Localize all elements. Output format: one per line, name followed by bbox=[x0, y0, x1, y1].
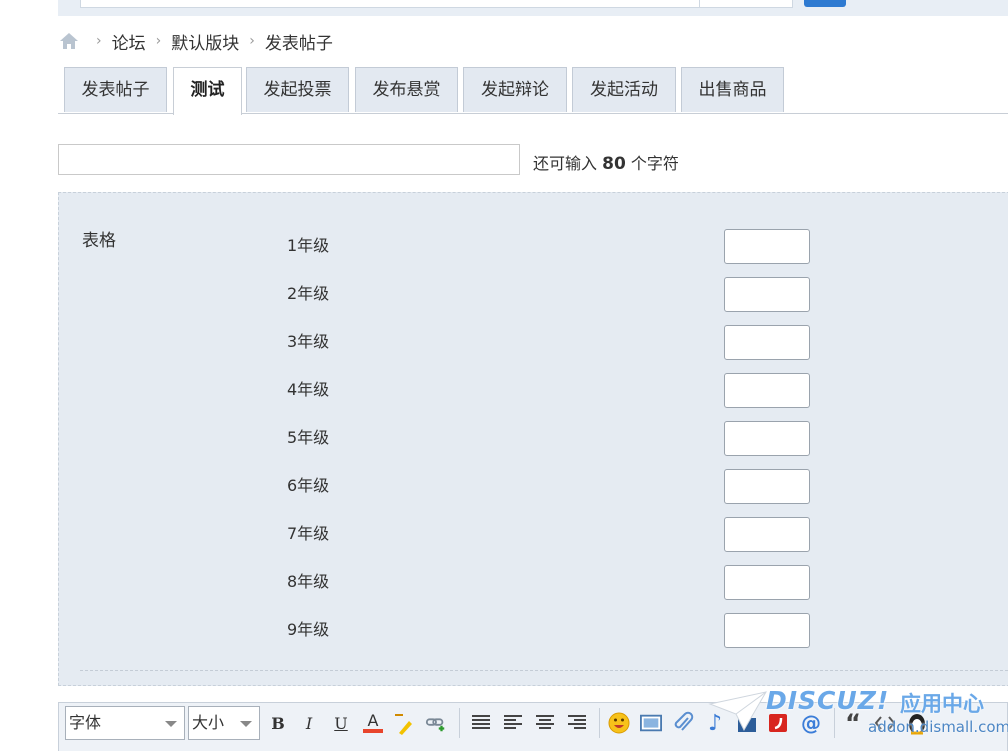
highlight-icon bbox=[395, 714, 412, 735]
attachment-button[interactable] bbox=[672, 710, 694, 736]
font-size-value: 大小 bbox=[192, 713, 225, 732]
breadcrumb: › 论坛 › 默认版块 › 发表帖子 bbox=[58, 28, 333, 54]
align-right-icon bbox=[568, 715, 586, 729]
align-center-icon bbox=[536, 715, 554, 729]
quote-button[interactable]: “ bbox=[842, 709, 864, 737]
subject-input[interactable] bbox=[58, 144, 520, 175]
grade-label: 2年级 bbox=[287, 284, 330, 303]
penguin-icon bbox=[909, 714, 925, 735]
align-left-button[interactable] bbox=[470, 710, 492, 736]
bold-button[interactable]: B bbox=[267, 710, 289, 736]
grade-label: 5年级 bbox=[287, 428, 330, 447]
font-family-value: 字体 bbox=[69, 713, 102, 732]
at-mention-icon[interactable]: @ bbox=[800, 710, 822, 736]
breadcrumb-separator: › bbox=[249, 33, 255, 49]
smiley-icon bbox=[608, 712, 630, 734]
home-icon[interactable] bbox=[58, 31, 80, 51]
font-color-icon: A bbox=[367, 711, 379, 730]
grade-input[interactable] bbox=[724, 421, 810, 456]
code-icon bbox=[874, 716, 896, 730]
breadcrumb-separator: › bbox=[96, 33, 102, 49]
flash-button[interactable] bbox=[767, 710, 789, 736]
align-left-icon bbox=[504, 715, 522, 729]
hint-count: 80 bbox=[602, 154, 626, 174]
grade-label: 1年级 bbox=[287, 236, 330, 255]
toolbar-separator bbox=[599, 708, 600, 738]
paperclip-icon bbox=[674, 711, 694, 731]
align-justify-icon bbox=[472, 715, 490, 729]
panel-divider bbox=[80, 670, 1008, 671]
grade-input[interactable] bbox=[724, 373, 810, 408]
font-color-button[interactable]: A bbox=[362, 710, 384, 736]
font-size-select[interactable]: 大小 bbox=[188, 706, 260, 740]
chevron-down-icon bbox=[240, 721, 252, 727]
subject-char-hint: 还可输入 80 个字符 bbox=[533, 150, 679, 174]
flash-icon bbox=[769, 714, 787, 732]
qq-button[interactable] bbox=[906, 710, 928, 736]
tab-poll[interactable]: 发起投票 bbox=[246, 67, 349, 112]
breadcrumb-board[interactable]: 默认版块 bbox=[171, 29, 239, 54]
hint-suffix: 个字符 bbox=[630, 154, 679, 173]
grade-input[interactable] bbox=[724, 325, 810, 360]
music-note-icon[interactable]: ♪ bbox=[704, 710, 726, 736]
smiley-button[interactable] bbox=[608, 710, 630, 736]
link-button[interactable] bbox=[425, 710, 447, 736]
tab-test[interactable]: 测试 bbox=[173, 67, 242, 115]
tab-reward[interactable]: 发布悬赏 bbox=[355, 67, 458, 112]
grade-label: 6年级 bbox=[287, 476, 330, 495]
grade-input[interactable] bbox=[724, 565, 810, 600]
tab-trade[interactable]: 出售商品 bbox=[681, 67, 784, 112]
grade-label: 3年级 bbox=[287, 332, 330, 351]
table-label: 表格 bbox=[82, 231, 116, 251]
grade-input[interactable] bbox=[724, 517, 810, 552]
tab-activity[interactable]: 发起活动 bbox=[572, 67, 676, 112]
align-justify-button[interactable] bbox=[502, 710, 524, 736]
breadcrumb-separator: › bbox=[155, 33, 162, 49]
code-button[interactable] bbox=[874, 710, 896, 736]
top-search-button[interactable] bbox=[804, 0, 846, 7]
image-icon bbox=[640, 714, 662, 732]
toolbar-separator bbox=[459, 708, 460, 738]
link-icon bbox=[425, 718, 445, 732]
chevron-down-icon bbox=[165, 721, 177, 727]
tab-debate[interactable]: 发起辩论 bbox=[463, 67, 567, 112]
tab-post[interactable]: 发表帖子 bbox=[64, 67, 167, 112]
video-icon bbox=[738, 712, 756, 732]
highlight-button[interactable] bbox=[393, 710, 415, 736]
align-center-button[interactable] bbox=[534, 710, 556, 736]
hint-prefix: 还可输入 bbox=[533, 154, 598, 173]
top-search-input[interactable] bbox=[80, 0, 700, 8]
post-type-tabs: 发表帖子 测试 发起投票 发布悬赏 发起辩论 发起活动 出售商品 bbox=[58, 66, 1008, 115]
grade-label: 9年级 bbox=[287, 620, 330, 639]
top-search-type-select[interactable] bbox=[699, 0, 793, 8]
video-button[interactable] bbox=[736, 710, 758, 736]
image-button[interactable] bbox=[640, 710, 662, 736]
grade-input[interactable] bbox=[724, 229, 810, 264]
grade-input[interactable] bbox=[724, 277, 810, 312]
italic-button[interactable]: I bbox=[298, 710, 320, 736]
table-panel bbox=[58, 192, 1008, 686]
breadcrumb-current: 发表帖子 bbox=[264, 33, 333, 54]
underline-button[interactable]: U bbox=[330, 710, 352, 736]
grade-input[interactable] bbox=[724, 469, 810, 504]
toolbar-separator bbox=[834, 708, 835, 738]
breadcrumb-forum[interactable]: 论坛 bbox=[112, 29, 146, 54]
font-color-swatch bbox=[363, 729, 383, 733]
grade-label: 4年级 bbox=[287, 380, 330, 399]
grade-label: 7年级 bbox=[287, 524, 330, 543]
grade-input[interactable] bbox=[724, 613, 810, 648]
grade-label: 8年级 bbox=[287, 572, 330, 591]
font-family-select[interactable]: 字体 bbox=[65, 706, 185, 740]
align-right-button[interactable] bbox=[566, 710, 588, 736]
